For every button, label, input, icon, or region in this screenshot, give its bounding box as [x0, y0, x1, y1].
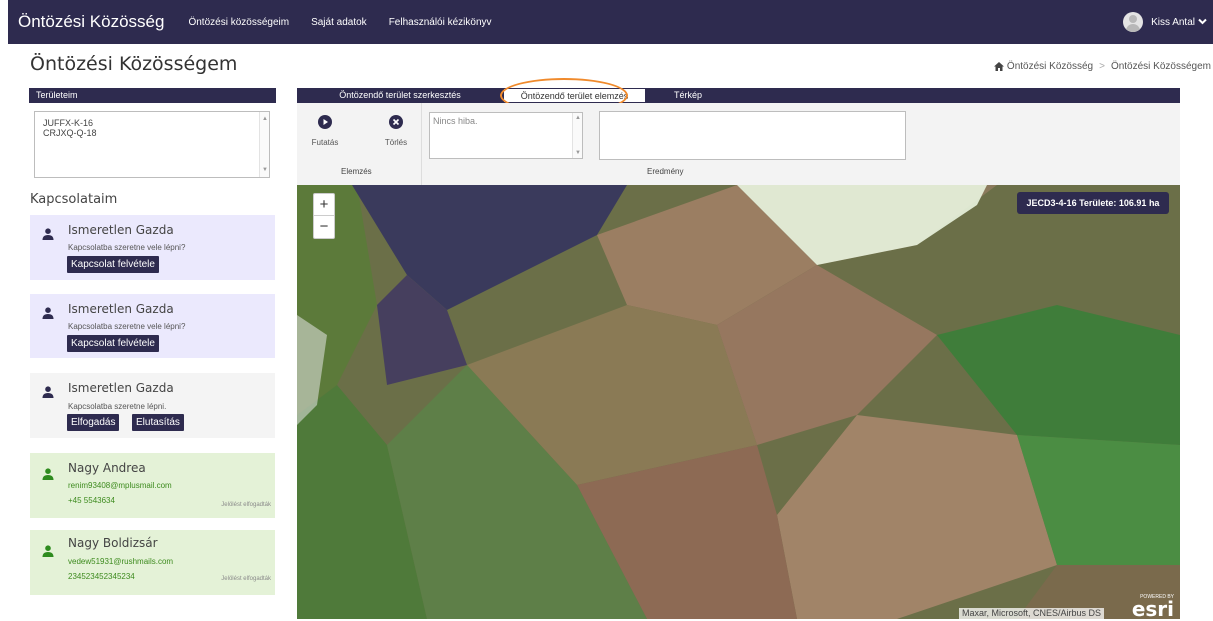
contact-card-incoming: Ismeretlen Gazda Kapcsolatba szeretne lé… [30, 373, 275, 438]
toolbar-divider [421, 103, 422, 185]
contact-name: Ismeretlen Gazda [68, 381, 174, 395]
errors-text: Nincs hiba. [433, 116, 478, 126]
delete-button[interactable]: Törlés [376, 115, 416, 147]
contact-message: Kapcsolatba szeretne lépni. [68, 402, 167, 411]
map-attribution[interactable]: Maxar, Microsoft, CNES/Airbus DS [959, 608, 1105, 619]
user-name: Kiss Antal [1151, 16, 1195, 28]
contact-name: Nagy Boldizsár [68, 536, 158, 550]
delete-label: Törlés [384, 138, 408, 147]
user-menu[interactable]: Kiss Antal [1123, 12, 1207, 32]
zoom-out-button[interactable]: − [314, 216, 334, 238]
chevron-down-icon [1198, 17, 1207, 28]
breadcrumb-item-community[interactable]: Öntözési Közösség [1007, 61, 1093, 72]
areas-list[interactable]: JUFFX-K-16 CRJXQ-Q-18 ▲ ▼ [34, 111, 270, 178]
scroll-down-icon[interactable]: ▼ [262, 165, 268, 175]
contact-phone: 234523452345234 [68, 572, 135, 581]
contact-card-accepted: Nagy Boldizsár vedew51931@rushmails.com … [30, 530, 275, 595]
area-item[interactable]: JUFFX-K-16 [43, 118, 269, 128]
area-item[interactable]: CRJXQ-Q-18 [43, 128, 269, 138]
user-icon [42, 228, 54, 240]
brand-link[interactable]: Öntözési Közösség [18, 12, 164, 32]
contact-phone: +45 5543634 [68, 496, 115, 505]
breadcrumb-separator: > [1099, 61, 1105, 72]
home-icon [993, 62, 1004, 71]
result-label: Eredmény [647, 167, 684, 176]
errors-textarea[interactable]: Nincs hiba. ▲ ▼ [429, 112, 583, 159]
esri-logo[interactable]: POWERED BY esri [1128, 594, 1174, 619]
contact-message: Kapcsolatba szeretne vele lépni? [68, 322, 186, 331]
status-badge: Jelölést elfogadták [221, 576, 271, 582]
user-icon [42, 386, 54, 398]
contact-card-request: Ismeretlen Gazda Kapcsolatba szeretne ve… [30, 215, 275, 280]
tab-area-analysis[interactable]: Öntözendő terület elemzés [503, 88, 646, 103]
breadcrumb-item-current: Öntözési Közösségem [1110, 61, 1211, 72]
result-textarea[interactable] [599, 111, 906, 160]
tab-area-edit[interactable]: Öntözendő terület szerkesztés [305, 88, 495, 103]
connect-button[interactable]: Kapcsolat felvétele [67, 256, 159, 273]
play-icon [318, 115, 332, 129]
nav-link-communities[interactable]: Öntözési közösségeim [188, 17, 289, 28]
map-view[interactable] [297, 185, 1180, 619]
area-size-label: JECD3-4-16 Területe: 106.91 ha [1017, 192, 1169, 214]
scroll-up-icon[interactable]: ▲ [262, 114, 268, 124]
accept-button[interactable]: Elfogadás [67, 414, 120, 431]
user-icon [42, 545, 54, 557]
zoom-control: + − [313, 193, 335, 239]
contacts-title: Kapcsolataim [30, 192, 118, 207]
top-navbar: Öntözési Közösség Öntözési közösségeim S… [8, 0, 1213, 44]
contact-email: renim93408@mplusmail.com [68, 481, 172, 490]
nav-link-own-data[interactable]: Saját adatok [311, 17, 367, 28]
analysis-group-label: Elemzés [341, 167, 372, 176]
page-title: Öntözési Közösségem [30, 53, 238, 75]
tab-bar: Öntözendő terület szerkesztés Öntözendő … [297, 88, 1180, 103]
close-icon [389, 115, 403, 129]
contact-name: Nagy Andrea [68, 461, 146, 475]
run-label: Futatás [311, 138, 339, 147]
contact-card-accepted: Nagy Andrea renim93408@mplusmail.com +45… [30, 453, 275, 518]
scroll-up-icon[interactable]: ▲ [575, 115, 581, 121]
tab-map[interactable]: Térkép [652, 88, 724, 103]
user-icon [42, 307, 54, 319]
zoom-in-button[interactable]: + [314, 194, 334, 216]
reject-button[interactable]: Elutasítás [132, 414, 184, 431]
avatar [1123, 12, 1144, 32]
run-button[interactable]: Futatás [305, 115, 345, 147]
areas-scrollbar[interactable]: ▲ ▼ [259, 112, 269, 177]
user-icon [42, 468, 54, 480]
contact-message: Kapcsolatba szeretne vele lépni? [68, 243, 186, 252]
scroll-down-icon[interactable]: ▼ [575, 150, 581, 156]
contact-card-request: Ismeretlen Gazda Kapcsolatba szeretne ve… [30, 294, 275, 358]
contact-email: vedew51931@rushmails.com [68, 557, 174, 566]
contact-name: Ismeretlen Gazda [68, 223, 174, 237]
esri-logo-text: esri [1131, 597, 1174, 621]
connect-button[interactable]: Kapcsolat felvétele [67, 335, 159, 352]
areas-header: Területeim [29, 88, 276, 103]
status-badge: Jelölést elfogadták [221, 502, 271, 508]
breadcrumb: Öntözési Közösség > Öntözési Közösségem [993, 61, 1211, 72]
nav-link-manual[interactable]: Felhasználói kézikönyv [389, 17, 492, 28]
errors-scrollbar[interactable]: ▲ ▼ [572, 113, 582, 158]
contact-name: Ismeretlen Gazda [68, 302, 174, 316]
satellite-imagery [297, 185, 1180, 619]
